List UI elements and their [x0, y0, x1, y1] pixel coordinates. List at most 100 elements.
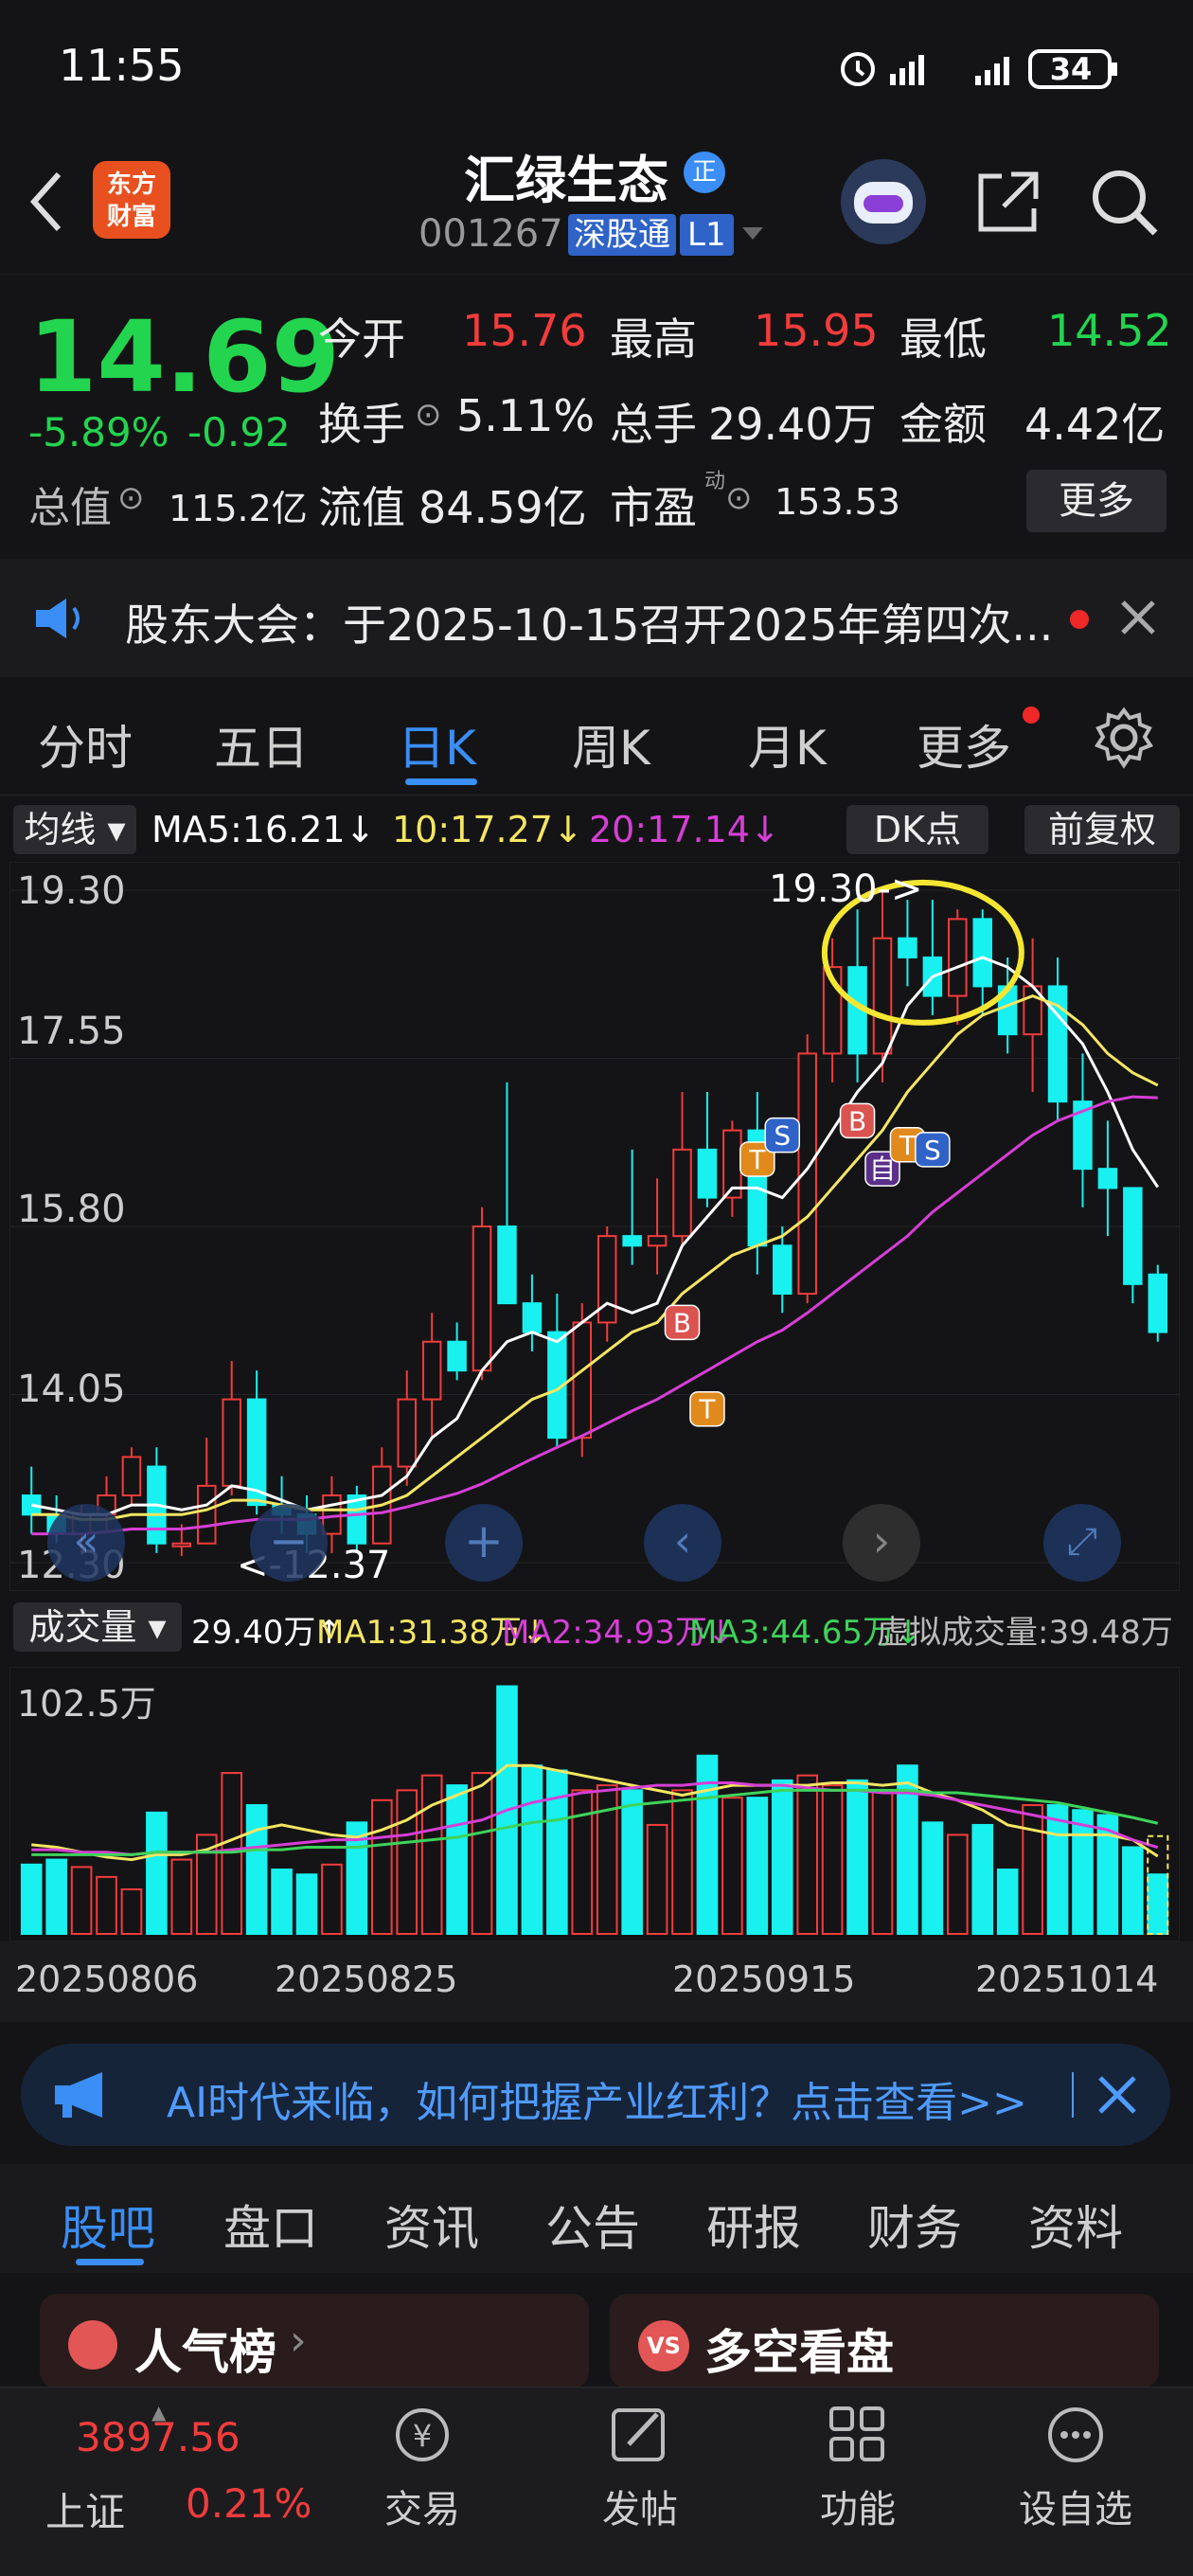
tab-five-day[interactable]: 五日	[214, 710, 309, 778]
back-arrow-icon[interactable]	[27, 169, 64, 235]
promo-text: AI时代来临，如何把握产业红利？点击查看>>	[167, 2079, 1027, 2127]
tab-daily-k[interactable]: 日K	[398, 710, 476, 778]
volume-bar	[146, 1811, 168, 1935]
volume-bar	[295, 1873, 318, 1935]
volume-chart[interactable]	[9, 1667, 1180, 1941]
stock-name[interactable]: 汇绿生态	[464, 138, 668, 213]
tab-weekly-k[interactable]: 周K	[572, 710, 650, 778]
virtual-volume-readout: 虚拟成交量:39.48万	[877, 1614, 1173, 1652]
ma-select[interactable]: 均线 ▾	[13, 805, 136, 854]
search-icon[interactable]	[1087, 165, 1163, 241]
fullscreen-button[interactable]: ⤢	[1043, 1504, 1121, 1582]
promo-banner[interactable]: AI时代来临，如何把握产业红利？点击查看>>	[21, 2044, 1170, 2146]
more-button[interactable]: 更多	[1026, 470, 1166, 532]
dk-point-button[interactable]: DK点	[846, 805, 988, 854]
price-tick: 19.30	[17, 869, 126, 913]
robot-avatar-icon[interactable]	[841, 159, 926, 244]
ma20-readout: 20:17.14↓	[589, 809, 780, 850]
volume-label: 总手	[610, 399, 697, 450]
candle	[472, 1225, 492, 1372]
nav-watchlist[interactable]: 设自选	[990, 2401, 1161, 2533]
info-icon[interactable]: ⊙	[415, 396, 442, 434]
app-logo[interactable]: 东方 财富	[93, 161, 170, 239]
popularity-card[interactable]: 人气榜 ›	[40, 2294, 589, 2388]
candle	[773, 1244, 792, 1295]
candle	[1148, 1273, 1168, 1333]
tab-more[interactable]: 更多	[917, 710, 1011, 778]
signal-icon	[890, 55, 924, 85]
clock: 11:55	[59, 40, 185, 91]
volume-bar	[396, 1789, 418, 1935]
quote-panel: 14.69 -5.89% -0.92 今开 15.76 最高 15.95 最低 …	[0, 284, 1193, 554]
scroll-left-fast-button[interactable]: «	[47, 1504, 125, 1582]
bull-bear-card[interactable]: VS 多空看盘	[610, 2294, 1159, 2388]
tab-research[interactable]: 研报	[706, 2191, 801, 2259]
info-icon[interactable]: ⊙	[117, 479, 145, 517]
volume-bar	[621, 1789, 643, 1935]
amount-value: 4.42亿	[1024, 399, 1166, 450]
volume-bar	[370, 1798, 393, 1935]
tab-orderbook[interactable]: 盘口	[223, 2191, 318, 2259]
active-subtab-indicator	[76, 2259, 144, 2265]
edit-icon	[612, 2408, 665, 2461]
nav-trade[interactable]: ¥ 交易	[337, 2401, 507, 2533]
grid-icon	[829, 2406, 884, 2461]
notice-bar[interactable]: 股东大会：于2025-10-15召开2025年第四次...	[0, 559, 1193, 677]
candle	[898, 937, 917, 959]
volume-bar	[1046, 1804, 1069, 1935]
close-icon[interactable]	[1117, 597, 1159, 638]
candle	[197, 1484, 217, 1545]
scroll-left-button[interactable]: ‹	[644, 1504, 721, 1582]
signal-label: S	[924, 1135, 941, 1166]
info-icon[interactable]: ⊙	[725, 479, 753, 517]
zoom-out-button[interactable]: −	[250, 1504, 328, 1582]
index-name: 上证	[45, 2489, 126, 2535]
chart-period-tabs: 分时 五日 日K 周K 月K 更多	[0, 682, 1193, 796]
scroll-right-button[interactable]: ›	[843, 1504, 920, 1582]
volume-bar	[771, 1779, 793, 1935]
nav-post[interactable]: 发帖	[555, 2401, 725, 2533]
date-axis: 20250806 20250825 20250915 20251014	[0, 1941, 1193, 2022]
candle	[622, 1235, 642, 1247]
tab-intraday[interactable]: 分时	[38, 710, 133, 778]
volume-bar	[96, 1875, 117, 1936]
notice-text: 股东大会：于2025-10-15召开2025年第四次...	[125, 599, 1054, 651]
divider	[1072, 2072, 1074, 2118]
nav-functions[interactable]: 功能	[773, 2401, 943, 2533]
chart-bars-icon	[68, 2320, 117, 2370]
yen-exchange-icon: ¥	[396, 2408, 449, 2461]
date-tick: 20250806	[15, 1959, 199, 2000]
signal-label: S	[774, 1120, 791, 1152]
adjust-button[interactable]: 前复权	[1024, 805, 1180, 854]
nav-trade-label: 交易	[384, 2488, 460, 2531]
volume-bar	[471, 1772, 493, 1935]
battery-level: 34	[1049, 51, 1093, 87]
volume-bar	[796, 1774, 819, 1935]
tab-forum[interactable]: 股吧	[61, 2191, 155, 2259]
tab-news[interactable]: 资讯	[384, 2191, 479, 2259]
nav-functions-label: 功能	[820, 2488, 896, 2531]
share-icon[interactable]	[973, 167, 1043, 237]
tab-announcements[interactable]: 公告	[545, 2191, 640, 2259]
candle	[171, 1542, 192, 1547]
volume-bar	[20, 1863, 43, 1935]
settings-gear-icon[interactable]	[1091, 705, 1157, 771]
close-icon[interactable]	[1096, 2074, 1138, 2116]
chevron-down-icon[interactable]	[740, 225, 765, 242]
tab-monthly-k[interactable]: 月K	[748, 710, 827, 778]
volume-bar	[271, 1869, 293, 1935]
price-chart[interactable]: BTTS B自T S	[9, 862, 1180, 1591]
high-value: 15.95	[754, 305, 879, 356]
signal-label: T	[748, 1144, 766, 1175]
volume-bar	[245, 1804, 268, 1935]
tab-financials[interactable]: 财务	[867, 2191, 962, 2259]
zoom-in-button[interactable]: +	[445, 1504, 523, 1582]
level-tag: L1	[680, 214, 734, 256]
volume-bar	[746, 1797, 769, 1935]
low-label: 最低	[899, 313, 987, 365]
tab-profile[interactable]: 资料	[1028, 2191, 1123, 2259]
volume-value: 29.40万	[708, 399, 877, 450]
svg-text:¥: ¥	[413, 2418, 432, 2454]
volume-select[interactable]: 成交量 ▾	[13, 1602, 182, 1652]
volume-bar	[1122, 1846, 1144, 1935]
